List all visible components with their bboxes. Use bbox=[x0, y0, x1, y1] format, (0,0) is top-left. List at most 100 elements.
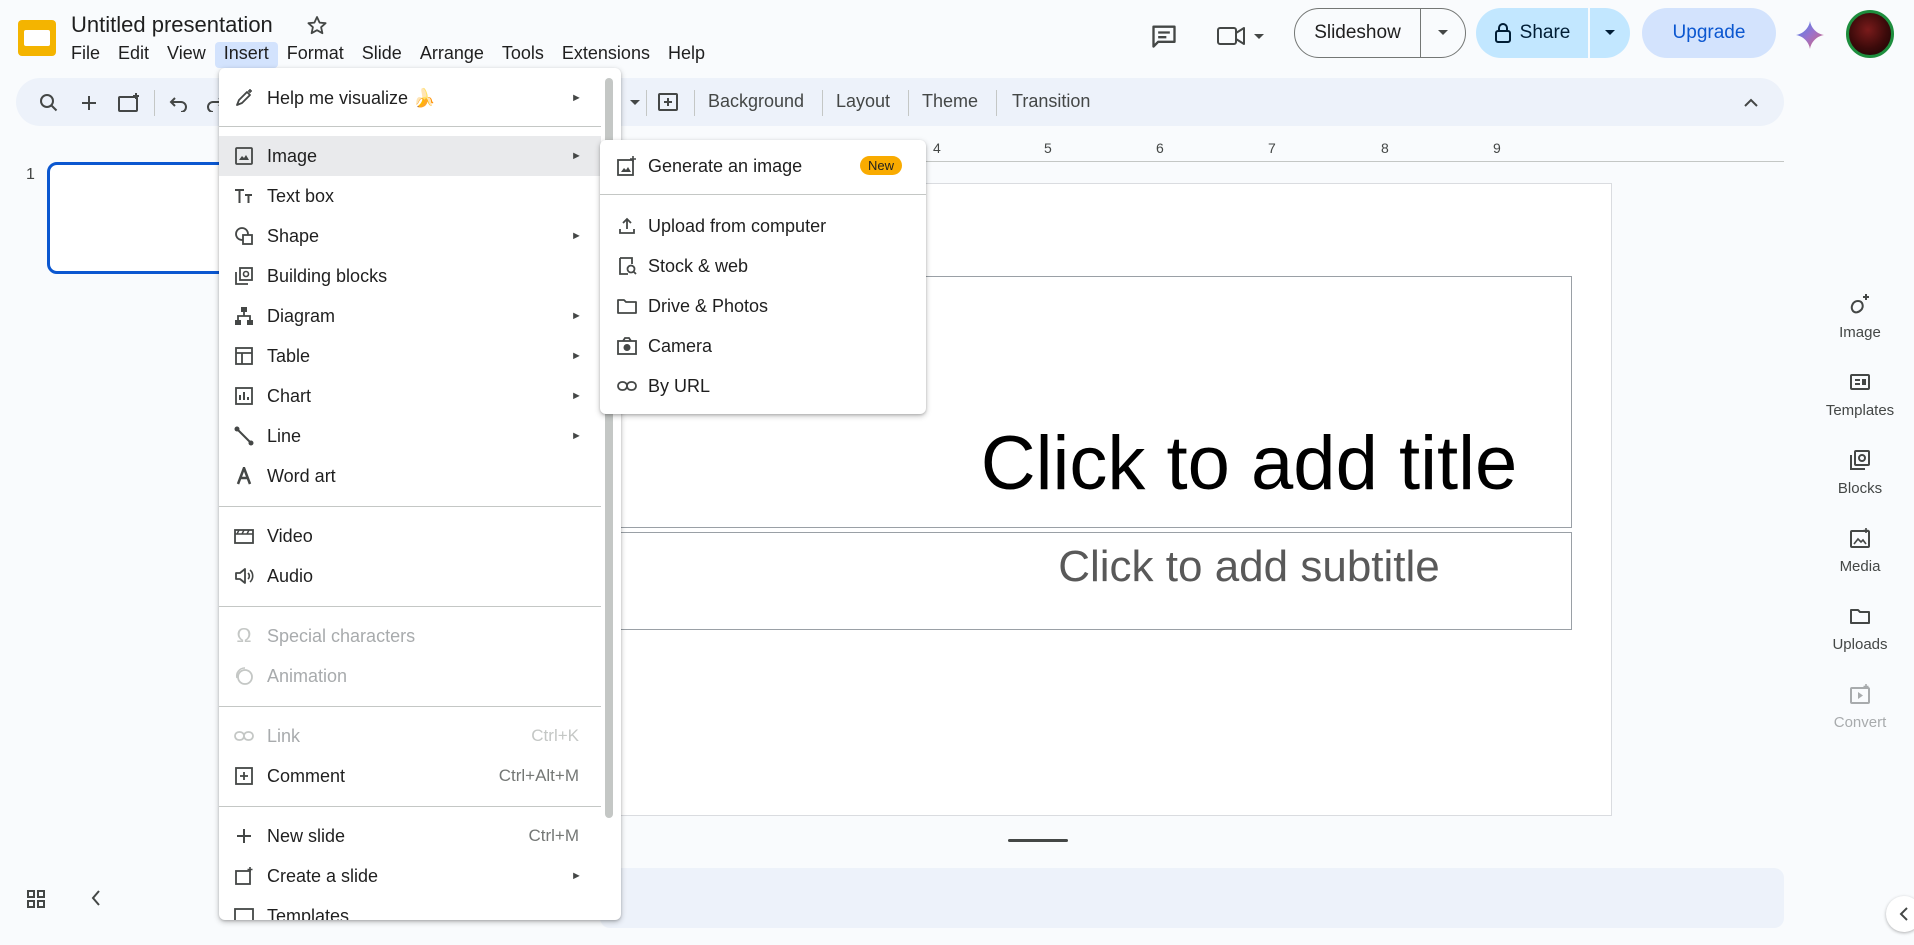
menu-separator bbox=[219, 806, 601, 807]
image-search-icon bbox=[616, 255, 638, 277]
chevron-down-icon[interactable] bbox=[622, 90, 648, 116]
toolbar-divider bbox=[646, 90, 647, 116]
background-button[interactable]: Background bbox=[708, 91, 804, 112]
menu-item-audio[interactable]: Audio bbox=[219, 556, 601, 596]
slides-logo[interactable] bbox=[16, 18, 58, 58]
menu-item-shape[interactable]: Shape ► bbox=[219, 216, 601, 256]
side-convert-button[interactable]: Convert bbox=[1820, 680, 1900, 731]
new-slide-layout-icon[interactable] bbox=[116, 90, 142, 116]
image-icon bbox=[233, 145, 255, 167]
menu-item-line[interactable]: Line ► bbox=[219, 416, 601, 456]
side-templates-label: Templates bbox=[1825, 402, 1895, 419]
side-blocks-button[interactable]: Blocks bbox=[1820, 446, 1900, 497]
menu-item-image[interactable]: Image ► bbox=[219, 136, 601, 176]
menu-view[interactable]: View bbox=[158, 42, 215, 68]
grid-view-icon[interactable] bbox=[26, 889, 46, 909]
menu-item-table[interactable]: Table ► bbox=[219, 336, 601, 376]
ruler-tick: 7 bbox=[1268, 140, 1276, 156]
blocks-icon bbox=[233, 265, 255, 287]
side-media-button[interactable]: Media bbox=[1820, 524, 1900, 575]
menu-item-word-art[interactable]: Word art bbox=[219, 456, 601, 496]
meet-present-button[interactable] bbox=[1212, 18, 1268, 54]
menu-item-building-blocks[interactable]: Building blocks bbox=[219, 256, 601, 296]
layout-button[interactable]: Layout bbox=[836, 91, 890, 112]
menu-item-animation[interactable]: Animation bbox=[219, 656, 601, 696]
table-icon bbox=[233, 345, 255, 367]
account-avatar[interactable] bbox=[1846, 10, 1894, 58]
side-image-label: Image bbox=[1839, 324, 1881, 341]
slideshow-button[interactable]: Slideshow bbox=[1295, 9, 1421, 57]
side-templates-button[interactable]: Templates bbox=[1820, 368, 1900, 419]
menu-item-templates[interactable]: Templates bbox=[219, 896, 601, 920]
submenu-item-camera[interactable]: Camera bbox=[600, 326, 926, 366]
menu-extensions[interactable]: Extensions bbox=[553, 42, 659, 68]
menu-item-new-slide[interactable]: New slide Ctrl+M bbox=[219, 816, 601, 856]
comment-history-icon[interactable] bbox=[1144, 16, 1184, 56]
submenu-item-upload[interactable]: Upload from computer bbox=[600, 206, 926, 246]
star-icon[interactable] bbox=[305, 14, 329, 38]
menu-item-comment[interactable]: Comment Ctrl+Alt+M bbox=[219, 756, 601, 796]
menu-edit[interactable]: Edit bbox=[109, 42, 158, 68]
submenu-item-by-url[interactable]: By URL bbox=[600, 366, 926, 406]
shortcut-link: Ctrl+K bbox=[531, 726, 579, 745]
toolbar-divider bbox=[996, 90, 997, 116]
convert-icon bbox=[1846, 680, 1874, 708]
menu-item-chart[interactable]: Chart ► bbox=[219, 376, 601, 416]
toolbar-divider bbox=[154, 90, 155, 116]
expand-side-panel-icon[interactable] bbox=[1886, 896, 1914, 932]
menu-item-link[interactable]: Link Ctrl+K bbox=[219, 716, 601, 756]
upgrade-button[interactable]: Upgrade bbox=[1642, 8, 1776, 58]
submenu-item-drive-photos[interactable]: Drive & Photos bbox=[600, 286, 926, 326]
menu-file[interactable]: File bbox=[62, 42, 109, 68]
side-uploads-button[interactable]: Uploads bbox=[1820, 602, 1900, 653]
menu-separator bbox=[219, 706, 601, 707]
speaker-icon bbox=[233, 565, 255, 587]
menu-item-text-box[interactable]: Text box bbox=[219, 176, 601, 216]
share-button[interactable]: Share bbox=[1476, 8, 1590, 58]
diagram-icon bbox=[233, 305, 255, 327]
slide-number: 1 bbox=[26, 166, 35, 183]
undo-icon[interactable] bbox=[166, 90, 192, 116]
menu-slide[interactable]: Slide bbox=[353, 42, 411, 68]
slide-thumbnail[interactable] bbox=[47, 162, 247, 274]
menu-item-special-characters[interactable]: Ω Special characters bbox=[219, 616, 601, 656]
theme-button[interactable]: Theme bbox=[922, 91, 978, 112]
submenu-arrow-icon: ► bbox=[571, 390, 582, 402]
side-blocks-label: Blocks bbox=[1837, 480, 1883, 497]
menu-separator bbox=[219, 126, 601, 127]
chevron-up-icon[interactable] bbox=[1738, 90, 1764, 116]
menu-item-help-visualize[interactable]: Help me visualize 🍌 ► bbox=[219, 78, 601, 118]
menu-arrange[interactable]: Arrange bbox=[411, 42, 493, 68]
video-icon bbox=[233, 525, 255, 547]
speaker-notes-handle[interactable] bbox=[1008, 839, 1068, 842]
menu-insert[interactable]: Insert bbox=[214, 42, 278, 68]
menu-item-diagram[interactable]: Diagram ► bbox=[219, 296, 601, 336]
speaker-notes[interactable] bbox=[600, 868, 1784, 928]
subtitle-placeholder[interactable]: Click to add subtitle bbox=[600, 542, 1898, 592]
slideshow-dropdown[interactable] bbox=[1421, 29, 1465, 37]
menu-help[interactable]: Help bbox=[659, 42, 714, 68]
add-comment-icon[interactable] bbox=[655, 90, 681, 116]
new-slide-icon[interactable] bbox=[76, 90, 102, 116]
submenu-item-generate-image[interactable]: Generate an image New bbox=[600, 146, 926, 186]
document-title[interactable]: Untitled presentation bbox=[71, 12, 273, 38]
ruler-tick: 6 bbox=[1156, 140, 1164, 156]
transition-button[interactable]: Transition bbox=[1012, 91, 1090, 112]
title-placeholder[interactable]: Click to add title bbox=[600, 420, 1898, 507]
share-dropdown[interactable] bbox=[1590, 29, 1630, 37]
menu-item-video[interactable]: Video bbox=[219, 516, 601, 556]
side-image-button[interactable]: Image bbox=[1820, 290, 1900, 341]
link-icon bbox=[616, 375, 638, 397]
collapse-filmstrip-icon[interactable] bbox=[90, 889, 102, 907]
media-icon bbox=[1846, 524, 1874, 552]
menu-item-create-slide[interactable]: Create a slide ► bbox=[219, 856, 601, 896]
gemini-icon[interactable] bbox=[1795, 20, 1825, 50]
submenu-arrow-icon: ► bbox=[571, 310, 582, 322]
chevron-down-icon bbox=[1603, 29, 1617, 37]
menu-tools[interactable]: Tools bbox=[493, 42, 553, 68]
search-menus-icon[interactable] bbox=[36, 90, 62, 116]
add-comment-icon bbox=[233, 765, 255, 787]
menu-format[interactable]: Format bbox=[278, 42, 353, 68]
submenu-item-stock-web[interactable]: Stock & web bbox=[600, 246, 926, 286]
plus-icon bbox=[233, 825, 255, 847]
